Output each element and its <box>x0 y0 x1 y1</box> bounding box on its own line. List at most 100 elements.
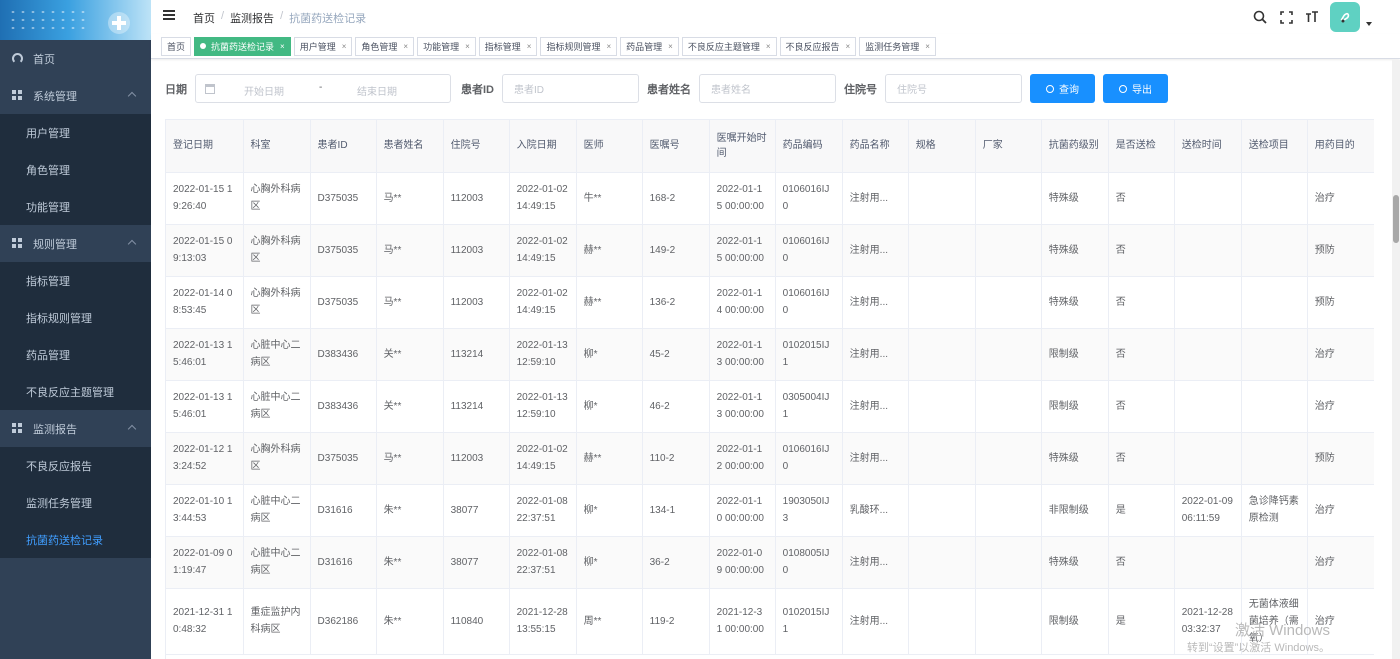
sidebar-item[interactable]: 不良反应报告 <box>0 447 151 484</box>
column-header: 规格 <box>908 120 976 173</box>
table-cell: 柳* <box>576 328 643 381</box>
close-icon[interactable]: × <box>280 42 285 51</box>
tag-item[interactable]: 药品管理 × <box>620 36 679 56</box>
table-row[interactable]: 2022-01-13 15:46:01 心脏中心二病区 D383436 关** 1132… <box>166 328 1374 381</box>
font-size-icon[interactable] <box>1304 9 1320 25</box>
table-cell: 38077 <box>443 484 510 537</box>
cell-text: 2022-01-09 01:19:47 <box>173 548 233 576</box>
cell-text: 2021-12-28 03:32:37 <box>1181 607 1233 635</box>
page-scrollbar[interactable] <box>1392 60 1400 659</box>
table-cell: 注射用... <box>842 276 909 329</box>
tag-item[interactable]: 不良反应报告 × <box>779 36 857 56</box>
sidebar-item[interactable]: 功能管理 <box>0 188 151 225</box>
table-cell: 牛** <box>576 172 643 225</box>
table-row[interactable]: 2022-01-09 01:19:47 心脏中心二病区 D31616 朱** 38077… <box>166 536 1374 589</box>
patient-id-label: 患者ID <box>461 83 494 96</box>
cell-text: 0108005IJ0 <box>782 548 830 576</box>
tag-label: 用户管理 <box>299 41 336 52</box>
cell-text: 特殊级 <box>1048 296 1079 308</box>
close-icon[interactable]: × <box>527 42 532 51</box>
sidebar-item-label: 角色管理 <box>26 164 70 177</box>
cell-text: 乳酸环... <box>849 504 889 516</box>
tag-item[interactable]: 功能管理 × <box>417 36 476 56</box>
table-cell: D375035 <box>310 224 377 277</box>
avatar[interactable] <box>1330 2 1360 32</box>
table-cell: 治疗 <box>1307 172 1374 225</box>
table-cell: 2022-01-13 12:59:10 <box>509 328 577 381</box>
table-row[interactable]: 2022-01-13 15:46:01 心脏中心二病区 D383436 关** 1132… <box>166 380 1374 433</box>
hamburger-icon[interactable] <box>163 10 175 20</box>
date-start-placeholder[interactable]: 开始日期 <box>244 83 284 98</box>
tag-item[interactable]: 指标规则管理 × <box>540 36 618 56</box>
table-row[interactable]: 2022-01-10 13:44:53 心脏中心二病区 D31616 朱** 38077… <box>166 484 1374 537</box>
sidebar-item[interactable]: 监测任务管理 <box>0 484 151 521</box>
tag-item[interactable]: 抗菌药送检记录 × <box>194 36 291 56</box>
column-header: 用药目的 <box>1307 120 1374 173</box>
table-cell: 是 <box>1108 588 1175 655</box>
date-end-placeholder[interactable]: 结束日期 <box>357 83 397 98</box>
table-cell <box>975 588 1042 655</box>
sidebar-item[interactable]: 用户管理 <box>0 114 151 151</box>
cell-text: D31616 <box>317 504 353 516</box>
table-row[interactable]: 2022-01-15 09:13:03 心胸外科病区 D375035 马** 11200… <box>166 224 1374 277</box>
table-row[interactable]: 2022-01-12 13:24:52 心胸外科病区 D375035 马** 11200… <box>166 432 1374 485</box>
chevron-down-icon[interactable] <box>1366 22 1372 26</box>
sidebar-item[interactable]: 监测报告 <box>0 410 151 447</box>
close-icon[interactable]: × <box>606 42 611 51</box>
close-icon[interactable]: × <box>925 42 930 51</box>
close-icon[interactable]: × <box>403 42 408 51</box>
table-cell: 0305004IJ1 <box>775 380 843 433</box>
table-cell: 是 <box>1108 484 1175 537</box>
query-button[interactable]: 查询 <box>1030 74 1095 103</box>
sidebar-item[interactable]: 角色管理 <box>0 151 151 188</box>
patient-name-input[interactable]: 患者姓名 <box>699 74 836 103</box>
cell-text: 治疗 <box>1314 556 1335 568</box>
export-button[interactable]: 导出 <box>1103 74 1168 103</box>
cell-text: 38077 <box>450 556 479 568</box>
close-icon[interactable]: × <box>342 42 347 51</box>
tag-item[interactable]: 监测任务管理 × <box>859 36 936 56</box>
cell-text: 关** <box>383 400 402 412</box>
inpatient-no-input[interactable]: 住院号 <box>885 74 1022 103</box>
tag-item[interactable]: 角色管理 × <box>355 36 415 56</box>
table-cell: 113214 <box>443 380 510 433</box>
date-range-picker[interactable]: 开始日期 - 结束日期 <box>195 74 451 103</box>
close-icon[interactable]: × <box>846 42 851 51</box>
cell-text: 2022-01-13 15:46:01 <box>173 392 233 420</box>
table-cell: 特殊级 <box>1041 536 1109 589</box>
cell-text: 马** <box>383 244 402 256</box>
tag-item[interactable]: 指标管理 × <box>478 36 538 56</box>
sidebar-item[interactable]: 首页 <box>0 40 151 77</box>
sidebar-item[interactable]: 不良反应主题管理 <box>0 373 151 410</box>
close-icon[interactable]: × <box>766 42 771 51</box>
close-icon[interactable]: × <box>465 42 470 51</box>
sidebar-item[interactable]: 药品管理 <box>0 336 151 373</box>
fullscreen-icon[interactable] <box>1278 9 1294 25</box>
sidebar-item[interactable]: 指标规则管理 <box>0 299 151 336</box>
sidebar-item[interactable]: 规则管理 <box>0 225 151 262</box>
cell-text: 赫** <box>583 296 602 308</box>
search-icon[interactable] <box>1252 9 1268 25</box>
breadcrumb-monitor[interactable]: 监测报告 <box>230 10 274 26</box>
column-header: 科室 <box>243 120 311 173</box>
breadcrumb-home[interactable]: 首页 <box>193 10 215 26</box>
scrollbar-thumb[interactable] <box>1393 195 1399 243</box>
table-cell: 心脏中心二病区 <box>243 484 311 537</box>
tag-item[interactable]: 用户管理 × <box>293 36 353 56</box>
tag-label: 药品管理 <box>626 41 663 52</box>
table-cell: 心胸外科病区 <box>243 172 311 225</box>
patient-id-input[interactable]: 患者ID <box>502 74 639 103</box>
sidebar-item[interactable]: 抗菌药送检记录 <box>0 521 151 558</box>
tag-item[interactable]: 首页 <box>161 36 192 56</box>
table-row[interactable]: 2022-01-15 19:26:40 心胸外科病区 D375035 马** 11200… <box>166 172 1374 225</box>
sidebar-item[interactable]: 指标管理 <box>0 262 151 299</box>
tag-item[interactable]: 不良反应主题管理 × <box>681 36 777 56</box>
close-icon[interactable]: × <box>668 42 673 51</box>
table-cell: 0102015IJ1 <box>775 328 843 381</box>
cell-text: 柳* <box>583 400 598 412</box>
cell-text: 柳* <box>583 348 598 360</box>
sidebar-item[interactable]: 系统管理 <box>0 77 151 114</box>
table-row[interactable]: 2022-01-14 08:53:45 心胸外科病区 D375035 马** 11200… <box>166 276 1374 329</box>
table-cell: 否 <box>1108 276 1175 329</box>
table-cell: 特殊级 <box>1041 432 1109 485</box>
